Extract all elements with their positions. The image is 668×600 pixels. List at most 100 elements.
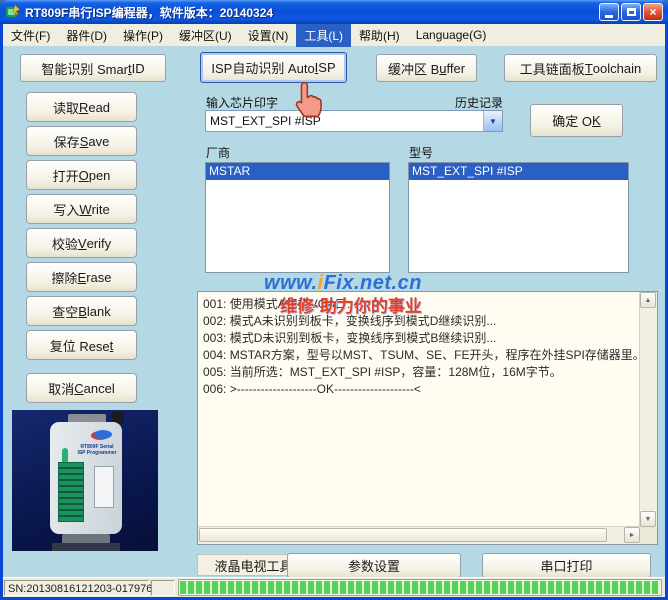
open-button[interactable]: 打开 Open xyxy=(26,160,137,190)
label-pre: 打开 xyxy=(52,168,79,184)
menu-help[interactable]: 帮助(H) xyxy=(351,24,408,47)
maximize-icon xyxy=(626,8,636,16)
reset-button[interactable]: 复位 Rese t xyxy=(26,330,137,360)
menu-settings[interactable]: 设置(N) xyxy=(240,24,297,47)
connector-base xyxy=(52,543,120,551)
model-list-item[interactable]: MST_EXT_SPI #ISP xyxy=(409,163,628,180)
ok-button[interactable]: 确定 OK xyxy=(530,104,623,137)
label-pre: 缓冲区 B xyxy=(387,61,440,77)
read-button[interactable]: 读取 Read xyxy=(26,92,137,122)
client-area: 文件(F) 器件(D) 操作(P) 缓冲区(U) 设置(N) 工具(L) 帮助(… xyxy=(3,23,665,597)
menu-language[interactable]: Language(G) xyxy=(408,25,495,45)
chip-input-label: 输入芯片印字 xyxy=(206,96,279,110)
log-vertical-scrollbar[interactable]: ▲ ▼ xyxy=(639,292,657,527)
label-pre: 工具链面板 xyxy=(519,61,585,77)
menu-operation[interactable]: 操作(P) xyxy=(115,24,171,47)
model-label: 型号 xyxy=(409,146,434,160)
close-icon: × xyxy=(649,5,657,19)
window-title: RT809F串行ISP编程器，软件版本：20140324 xyxy=(25,5,274,20)
watermark-slogan: 维修·助力你的事业 xyxy=(280,297,422,316)
chip-combobox[interactable]: MST_EXT_SPI #ISP ▼ xyxy=(205,110,503,132)
menu-file[interactable]: 文件(F) xyxy=(3,24,58,47)
log-line: 006: >--------------------OK------------… xyxy=(203,382,421,396)
chevron-down-icon[interactable]: ▼ xyxy=(483,111,502,131)
verify-button[interactable]: 校验 Verify xyxy=(26,228,137,258)
app-icon xyxy=(5,4,21,20)
label-post: oolchain xyxy=(592,60,642,76)
progress-bar xyxy=(178,579,662,596)
label-post: erify xyxy=(86,235,112,251)
label-pre: 智能识别 Smar xyxy=(41,61,129,77)
save-button[interactable]: 保存 Save xyxy=(26,126,137,156)
label-pre: 读取 xyxy=(52,100,79,116)
menu-tools[interactable]: 工具(L) xyxy=(296,23,352,47)
programmer-photo: RT809F Serial ISP Programmer xyxy=(12,410,158,551)
buffer-button[interactable]: 缓冲区 Bu ffer xyxy=(376,54,477,82)
label-post: rase xyxy=(86,269,112,285)
label-key: K xyxy=(592,113,601,128)
serial-number: SN:20130816121203-017976 xyxy=(4,580,152,596)
label-post: ave xyxy=(88,133,110,149)
app-window: RT809F串行ISP编程器，软件版本：20140324 × 文件(F) 器件(… xyxy=(0,0,668,600)
close-button[interactable]: × xyxy=(643,3,663,21)
log-line: 004: MSTAR方案，型号以MST、TSUM、SE、FE开头，程序在外挂SP… xyxy=(203,348,639,362)
label-pre: 写入 xyxy=(53,202,80,218)
label-pre: 复位 Rese xyxy=(49,338,110,354)
vendor-listbox[interactable]: MSTAR xyxy=(205,162,390,273)
label-pre: 查空 xyxy=(52,304,79,320)
label-key: T xyxy=(584,60,593,76)
history-label: 历史记录 xyxy=(455,96,504,110)
menu-buffer[interactable]: 缓冲区(U) xyxy=(171,24,240,47)
smartid-button[interactable]: 智能识别 Smar t ID xyxy=(20,54,166,82)
log-lines: 001: 使用模式A扫描VGA口... 002: 模式A未识别到板卡，变换线序到… xyxy=(198,292,639,526)
maximize-button[interactable] xyxy=(621,3,641,21)
minimize-button[interactable] xyxy=(599,3,619,21)
label-pre: 擦除 xyxy=(51,270,78,286)
cancel-button[interactable]: 取消 Cancel xyxy=(26,373,137,403)
label-pre: 确定 O xyxy=(552,114,593,129)
label-post: SP xyxy=(318,60,336,75)
log-output[interactable]: 001: 使用模式A扫描VGA口... 002: 模式A未识别到板卡，变换线序到… xyxy=(197,291,658,545)
device-label: RT809F Serial ISP Programmer xyxy=(77,444,117,456)
model-listbox[interactable]: MST_EXT_SPI #ISP xyxy=(408,162,629,273)
parameter-settings-button[interactable]: 参数设置 xyxy=(287,553,461,578)
programmer-device: RT809F Serial ISP Programmer xyxy=(50,422,122,534)
statusbar-spacer xyxy=(151,580,175,596)
log-line: 003: 模式D未识别到板卡，变换线序到模式B继续识别... xyxy=(203,331,497,345)
erase-button[interactable]: 擦除 Erase xyxy=(26,262,137,292)
label-post: ancel xyxy=(83,380,115,396)
label-key: O xyxy=(78,167,89,183)
label-key: u xyxy=(439,60,447,76)
serial-print-button[interactable]: 串口打印 xyxy=(482,553,651,578)
label-key: V xyxy=(77,235,87,251)
label-post: ead xyxy=(88,99,111,115)
label-post: pen xyxy=(88,167,111,183)
scrollbar-corner xyxy=(640,527,657,544)
titlebar: RT809F串行ISP编程器，软件版本：20140324 × xyxy=(0,0,668,24)
window-controls: × xyxy=(599,3,663,21)
scrollbar-thumb[interactable] xyxy=(199,528,607,542)
label-key: t xyxy=(109,337,114,353)
label-key: R xyxy=(78,99,89,115)
label-pre: 校验 xyxy=(51,236,78,252)
vendor-list-item[interactable]: MSTAR xyxy=(206,163,389,180)
label-post: rite xyxy=(91,201,110,217)
autoisp-button[interactable]: ISP自动识别 Auto I SP xyxy=(200,52,347,83)
label-pre: 保存 xyxy=(53,134,80,150)
progress-segments xyxy=(180,581,660,594)
write-button[interactable]: 写入 Write xyxy=(26,194,137,224)
log-horizontal-scrollbar[interactable]: ► xyxy=(198,526,640,544)
scroll-up-icon[interactable]: ▲ xyxy=(640,292,656,308)
toolchain-button[interactable]: 工具链面板 Toolchain xyxy=(504,54,657,82)
label-pre: ISP自动识别 Auto xyxy=(211,61,315,76)
blank-button[interactable]: 查空 Blank xyxy=(26,296,137,326)
menu-device[interactable]: 器件(D) xyxy=(58,24,115,47)
watermark-part: www. xyxy=(264,272,318,294)
label-post: ffer xyxy=(446,60,466,76)
label-key: W xyxy=(79,201,92,217)
label-pre: 取消 xyxy=(48,381,75,397)
scroll-right-icon[interactable]: ► xyxy=(624,527,640,543)
label-key: S xyxy=(79,133,89,149)
scroll-down-icon[interactable]: ▼ xyxy=(640,511,656,527)
label-key: C xyxy=(74,380,84,396)
